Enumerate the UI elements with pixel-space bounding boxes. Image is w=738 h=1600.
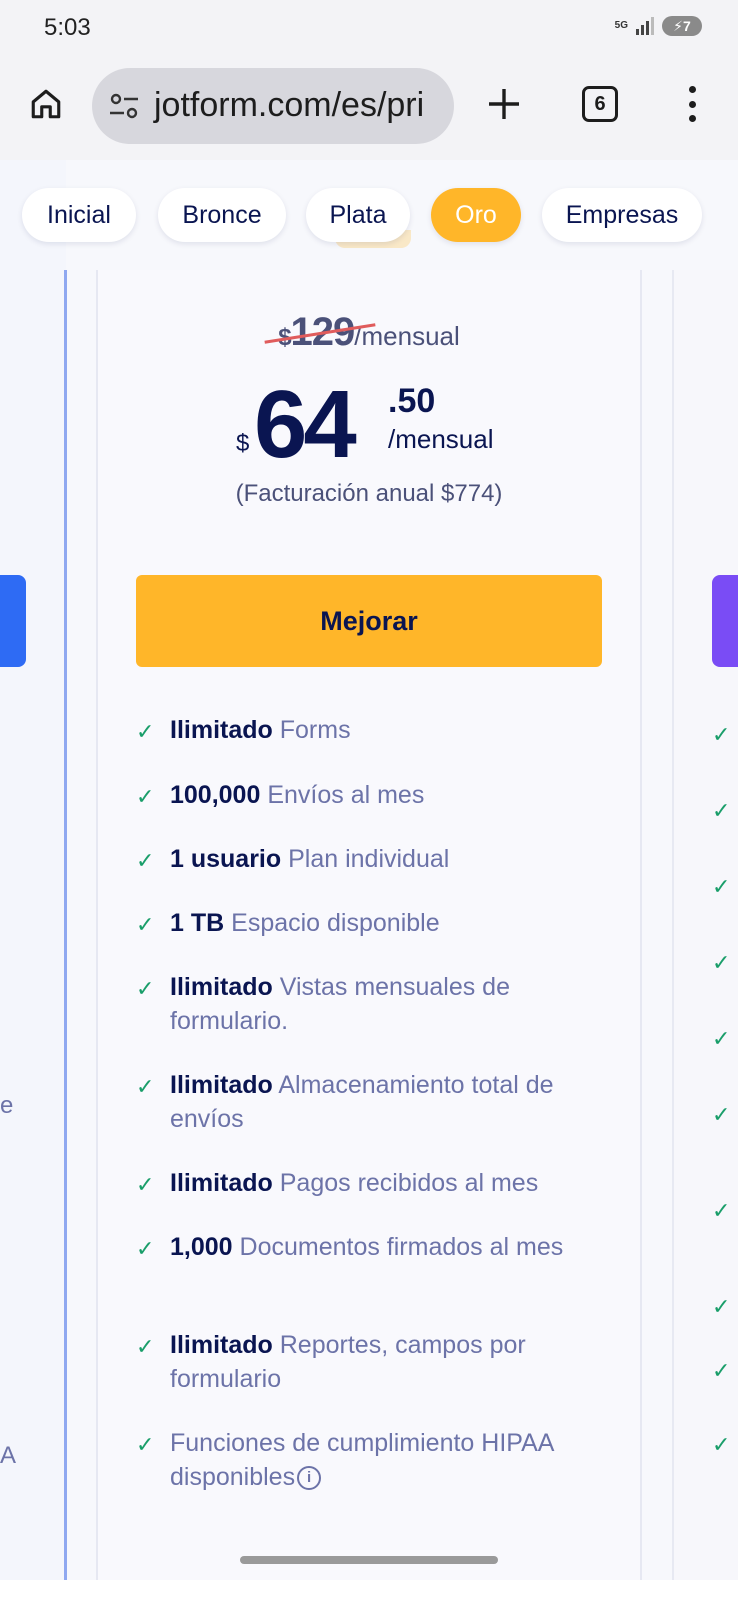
feature-item: ✓ Ilimitado Vistas mensuales de formular…	[136, 973, 510, 1035]
signal-strength-icon	[636, 17, 654, 35]
site-settings-icon[interactable]	[108, 92, 140, 120]
home-button[interactable]	[26, 84, 66, 124]
home-icon	[31, 89, 61, 119]
current-price: $ 64 .50 /mensual	[236, 371, 536, 478]
check-icon: ✓	[136, 1236, 155, 1261]
tab-inicial[interactable]: Inicial	[22, 188, 136, 242]
more-menu-button[interactable]	[680, 82, 704, 126]
check-icon: ✓	[136, 848, 155, 873]
dot-icon	[688, 100, 696, 108]
plan-tabs: Inicial Bronce Plata Oro Empresas	[0, 188, 738, 244]
battery-icon: ⚡7	[662, 16, 702, 36]
tab-oro[interactable]: Oro	[431, 188, 521, 242]
check-icon: ✓	[136, 976, 155, 1001]
tab-empresas[interactable]: Empresas	[542, 188, 702, 242]
check-icon: ✓	[712, 1102, 731, 1127]
network-type-icon: 5G	[614, 20, 628, 31]
feature-item: ✓ Ilimitado Reportes, campos por formula…	[136, 1331, 526, 1393]
check-icon: ✓	[712, 1432, 731, 1457]
check-icon: ✓	[712, 1026, 731, 1051]
check-icon: ✓	[712, 1358, 731, 1383]
check-icon: ✓	[136, 784, 155, 809]
annual-billing-note: (Facturación anual $774)	[235, 480, 503, 507]
feature-item: ✓ 1 usuario Plan individual	[136, 842, 606, 876]
info-icon[interactable]: i	[297, 1466, 322, 1491]
feature-item: ✓ Ilimitado Forms	[136, 713, 606, 747]
tab-plata[interactable]: Plata	[306, 188, 410, 242]
status-icons: 5G ⚡7	[615, 16, 702, 36]
status-bar: 5:03 5G ⚡7	[0, 0, 738, 56]
url-text[interactable]: jotform.com/es/pri	[154, 86, 424, 125]
battery-level: 7	[683, 18, 691, 34]
feature-item: ✓ 1,000 Documentos firmados al mes	[136, 1230, 606, 1264]
price-period: /mensual	[388, 424, 494, 454]
check-icon: ✓	[712, 722, 731, 747]
previous-plan-text: e	[0, 1092, 14, 1119]
home-gesture-bar[interactable]	[240, 1556, 498, 1564]
check-icon: ✓	[136, 1172, 155, 1197]
check-icon: ✓	[136, 1334, 155, 1359]
upgrade-button[interactable]: Mejorar	[136, 575, 602, 667]
check-icon: ✓	[712, 874, 731, 899]
tab-bronce[interactable]: Bronce	[158, 188, 286, 242]
url-bar[interactable]: jotform.com/es/pri	[92, 68, 454, 144]
new-tab-button[interactable]	[484, 84, 524, 124]
feature-item: ✓ Ilimitado Almacenamiento total de enví…	[136, 1071, 554, 1133]
price-integer: 64	[254, 371, 357, 478]
tab-switcher-button[interactable]: 6	[582, 86, 618, 122]
pricing-page: e A ✓ ✓ ✓ ✓ ✓ ✓ ✓ ✓ ✓ ✓ Inicial Bronce P…	[0, 160, 738, 1580]
original-price: $129/mensual	[0, 310, 738, 355]
check-icon: ✓	[712, 1198, 731, 1223]
gesture-area	[0, 1580, 738, 1600]
feature-item: ✓ Funciones de cumplimiento HIPAA dispon…	[136, 1429, 554, 1491]
previous-plan-border	[64, 270, 67, 1580]
check-icon: ✓	[136, 1074, 155, 1099]
dot-icon	[688, 86, 696, 93]
status-time: 5:03	[44, 14, 91, 41]
feature-item: ✓ 1 TB Espacio disponible	[136, 906, 606, 940]
price-decimal: .50	[388, 382, 436, 420]
check-icon: ✓	[712, 1294, 731, 1319]
browser-toolbar: jotform.com/es/pri 6	[0, 56, 738, 160]
previous-plan-cta[interactable]	[0, 575, 26, 667]
check-icon: ✓	[136, 912, 155, 937]
check-icon: ✓	[712, 950, 731, 975]
next-plan-cta[interactable]	[712, 575, 738, 667]
check-icon: ✓	[136, 1432, 155, 1457]
dot-icon	[688, 115, 696, 122]
feature-item: ✓ 100,000 Envíos al mes	[136, 778, 606, 812]
check-icon: ✓	[712, 798, 731, 823]
check-icon: ✓	[136, 719, 155, 744]
previous-plan-text: A	[0, 1442, 17, 1469]
price-currency: $	[236, 430, 250, 457]
original-price-value: $129	[264, 310, 376, 355]
feature-item: ✓ Ilimitado Pagos recibidos al mes	[136, 1166, 606, 1200]
previous-plan-card	[0, 160, 66, 1580]
